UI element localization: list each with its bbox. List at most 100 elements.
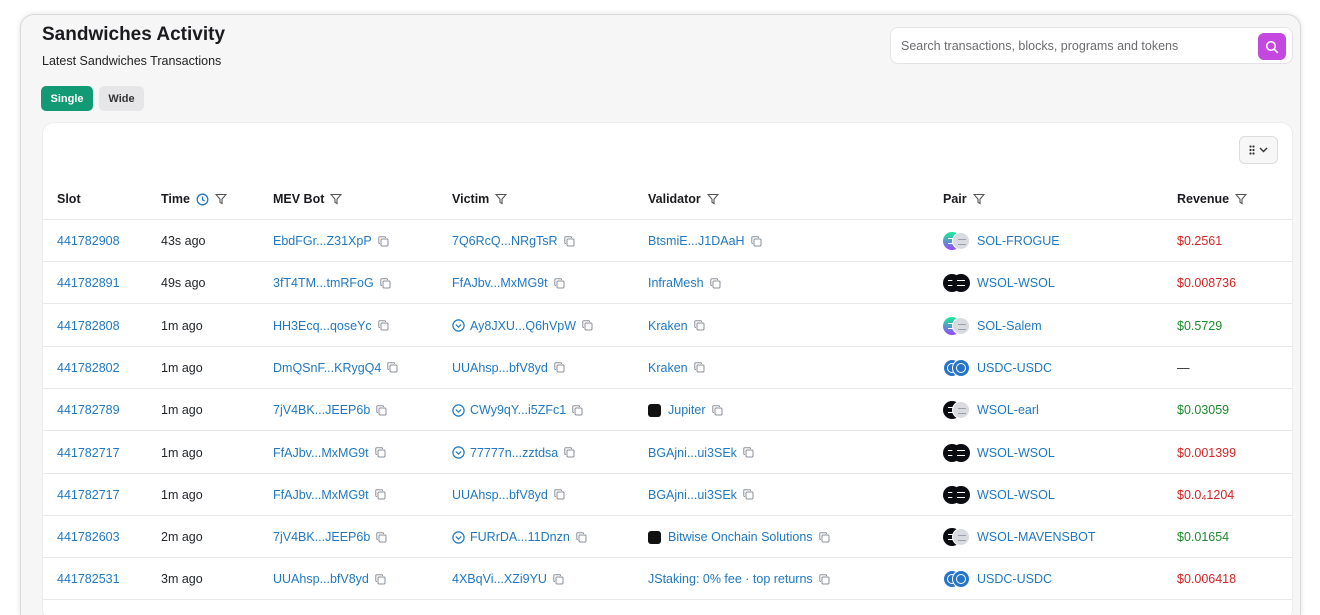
wide-mode-button[interactable]: Wide	[99, 86, 144, 111]
victim-link[interactable]: UUAhsp...bfV8yd	[452, 361, 548, 375]
clock-icon[interactable]	[196, 193, 209, 206]
validator-link[interactable]: Bitwise Onchain Solutions	[668, 530, 813, 544]
copy-icon[interactable]	[553, 574, 564, 585]
pair-cell: SOL-Salem	[943, 305, 1042, 347]
single-mode-button[interactable]: Single	[41, 86, 93, 111]
table-row[interactable]: 441782891 49s ago 3fT4TM...tmRFoG FfAJbv...…	[43, 262, 1292, 305]
victim-link[interactable]: 7Q6RcQ...NRgTsR	[452, 234, 558, 248]
copy-icon[interactable]	[374, 489, 386, 500]
slot-link[interactable]: 441782603	[57, 530, 120, 544]
filter-icon[interactable]	[972, 193, 985, 205]
slot-link[interactable]: 441782717	[57, 488, 120, 502]
time-cell: 1m ago	[161, 389, 203, 431]
pair-link[interactable]: WSOL-WSOL	[977, 276, 1055, 290]
copy-icon[interactable]	[743, 447, 754, 458]
mev-bot-link[interactable]: 7jV4BK...JEEP6b	[273, 403, 370, 417]
validator-link[interactable]: Kraken	[648, 319, 688, 333]
table-row[interactable]: 441782908 43s ago EbdFGr...Z31XpP 7Q6RcQ...…	[43, 220, 1292, 262]
slot-link[interactable]: 441782891	[57, 276, 120, 290]
table-row[interactable]: 441782808 1m ago HH3Ecq...qoseYc Ay8JXU...Q…	[43, 305, 1292, 347]
victim-link[interactable]: 4XBqVi...XZi9YU	[452, 572, 547, 586]
column-settings-button[interactable]	[1239, 136, 1278, 164]
pair-link[interactable]: WSOL-earl	[977, 403, 1039, 417]
validator-link[interactable]: InfraMesh	[648, 276, 704, 290]
pair-link[interactable]: WSOL-WSOL	[977, 446, 1055, 460]
token-pair-icon	[943, 358, 970, 377]
table-row[interactable]: 441782603 2m ago 7jV4BK...JEEP6b FURrDA...1…	[43, 516, 1292, 559]
pair-link[interactable]: WSOL-MAVENSBOT	[977, 530, 1096, 544]
slot-link[interactable]: 441782802	[57, 361, 120, 375]
table-row[interactable]: 441782789 1m ago 7jV4BK...JEEP6b CWy9qY...i…	[43, 389, 1292, 432]
mev-bot-link[interactable]: EbdFGr...Z31XpP	[273, 234, 372, 248]
copy-icon[interactable]	[750, 235, 762, 247]
copy-icon[interactable]	[818, 574, 830, 585]
copy-icon[interactable]	[380, 278, 391, 289]
search-button[interactable]	[1258, 33, 1286, 60]
column-header-time: Time	[161, 191, 227, 207]
mev-bot-link[interactable]: HH3Ecq...qoseYc	[273, 319, 372, 333]
copy-icon[interactable]	[374, 447, 386, 458]
table-row[interactable]: 441782802 1m ago DmQSnF...KRygQ4 UUAhsp...b…	[43, 347, 1292, 389]
copy-icon[interactable]	[377, 235, 389, 247]
copy-icon[interactable]	[743, 489, 754, 500]
copy-icon[interactable]	[387, 362, 398, 373]
victim-link[interactable]: CWy9qY...i5ZFc1	[470, 403, 566, 417]
filter-icon[interactable]	[1235, 193, 1248, 205]
copy-icon[interactable]	[711, 404, 723, 416]
copy-icon[interactable]	[376, 404, 387, 416]
slot-cell: 441782802	[57, 347, 120, 389]
mev-bot-link[interactable]: FfAJbv...MxMG9t	[273, 488, 369, 502]
pair-link[interactable]: SOL-Salem	[977, 319, 1042, 333]
table-row[interactable]: 441782717 1m ago FfAJbv...MxMG9t UUAhsp...b…	[43, 474, 1292, 516]
copy-icon[interactable]	[693, 320, 705, 331]
table-row[interactable]: 441782531 3m ago UUAhsp...bfV8yd 4XBqVi...X…	[43, 558, 1292, 601]
copy-icon[interactable]	[818, 531, 830, 543]
validator-link[interactable]: Kraken	[648, 361, 688, 375]
validator-link[interactable]: BGAjni...ui3SEk	[648, 446, 737, 460]
victim-link[interactable]: FURrDA...11Dnzn	[470, 530, 570, 544]
copy-icon[interactable]	[709, 278, 721, 289]
filter-icon[interactable]	[706, 193, 719, 205]
validator-link[interactable]: BtsmiE...J1DAaH	[648, 234, 745, 248]
copy-icon[interactable]	[582, 320, 593, 331]
mev-bot-link[interactable]: FfAJbv...MxMG9t	[273, 446, 369, 460]
copy-icon[interactable]	[553, 278, 565, 289]
validator-link[interactable]: Jupiter	[668, 403, 706, 417]
validator-link[interactable]: BGAjni...ui3SEk	[648, 488, 737, 502]
filter-icon[interactable]	[495, 193, 508, 205]
search-input[interactable]	[901, 36, 1251, 56]
slot-link[interactable]: 441782789	[57, 403, 120, 417]
pair-link[interactable]: SOL-FROGUE	[977, 234, 1060, 248]
mev-bot-link[interactable]: UUAhsp...bfV8yd	[273, 572, 369, 586]
copy-icon[interactable]	[564, 447, 575, 458]
copy-icon[interactable]	[554, 489, 565, 500]
pair-link[interactable]: WSOL-WSOL	[977, 488, 1055, 502]
copy-icon[interactable]	[376, 531, 387, 543]
copy-icon[interactable]	[554, 362, 565, 373]
victim-cell: FfAJbv...MxMG9t	[452, 262, 565, 304]
pair-link[interactable]: USDC-USDC	[977, 361, 1052, 375]
mev-bot-link[interactable]: DmQSnF...KRygQ4	[273, 361, 381, 375]
validator-link[interactable]: JStaking: 0% fee · top returns	[648, 572, 813, 586]
slot-link[interactable]: 441782908	[57, 234, 120, 248]
copy-icon[interactable]	[563, 235, 575, 247]
time-value: 1m ago	[161, 403, 203, 418]
table-row[interactable]: 441782717 1m ago FfAJbv...MxMG9t 77777n...z…	[43, 432, 1292, 474]
copy-icon[interactable]	[693, 362, 705, 373]
slot-link[interactable]: 441782717	[57, 446, 120, 460]
slot-link[interactable]: 441782808	[57, 319, 120, 333]
filter-icon[interactable]	[330, 193, 343, 205]
copy-icon[interactable]	[377, 320, 389, 331]
copy-icon[interactable]	[375, 574, 386, 585]
victim-link[interactable]: 77777n...zztdsa	[470, 446, 558, 460]
copy-icon[interactable]	[576, 531, 587, 543]
victim-link[interactable]: FfAJbv...MxMG9t	[452, 276, 548, 290]
slot-link[interactable]: 441782531	[57, 572, 120, 586]
victim-link[interactable]: Ay8JXU...Q6hVpW	[470, 319, 576, 333]
copy-icon[interactable]	[572, 404, 583, 416]
mev-bot-link[interactable]: 7jV4BK...JEEP6b	[273, 530, 370, 544]
filter-icon[interactable]	[214, 193, 227, 205]
victim-link[interactable]: UUAhsp...bfV8yd	[452, 488, 548, 502]
mev-bot-link[interactable]: 3fT4TM...tmRFoG	[273, 276, 374, 290]
pair-link[interactable]: USDC-USDC	[977, 572, 1052, 586]
